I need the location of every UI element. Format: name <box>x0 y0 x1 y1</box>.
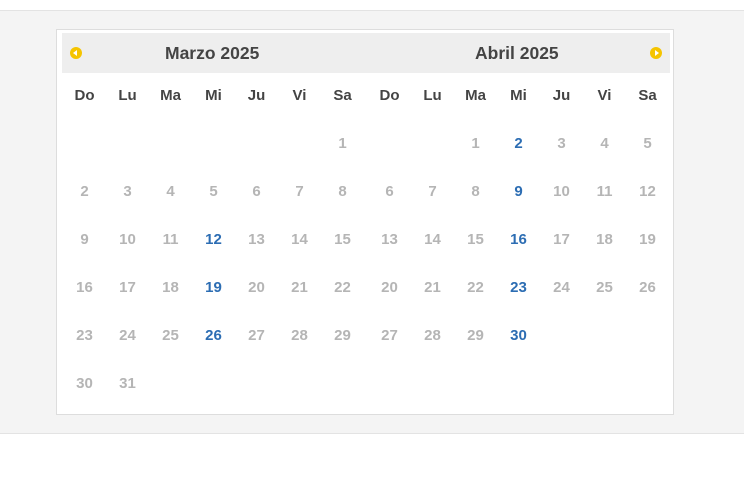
unavailable-day: 2 <box>80 183 89 200</box>
empty-day-cell <box>106 129 149 177</box>
unavailable-day: 5 <box>643 135 652 152</box>
unavailable-day: 22 <box>334 279 351 296</box>
available-day[interactable]: 23 <box>497 273 540 321</box>
unavailable-day: 31 <box>119 375 136 392</box>
unavailable-day: 28 <box>424 327 441 344</box>
unavailable-day: 20 <box>381 279 398 296</box>
available-day[interactable]: 9 <box>497 177 540 225</box>
unavailable-day: 21 <box>291 279 308 296</box>
weekday-label: Ju <box>552 87 571 104</box>
empty-day-cell <box>149 129 192 177</box>
unavailable-day: 23 <box>76 327 93 344</box>
unavailable-day: 7 <box>428 183 437 200</box>
unavailable-day: 29 <box>467 327 484 344</box>
unavailable-day: 10 <box>119 231 136 248</box>
empty-day-cell <box>63 129 106 177</box>
weekday-label: Vi <box>292 87 307 104</box>
unavailable-day: 18 <box>162 279 179 296</box>
unavailable-day: 1 <box>338 135 347 152</box>
weekday-label: Ma <box>465 87 486 104</box>
unavailable-day: 24 <box>553 279 570 296</box>
unavailable-day: 29 <box>334 327 351 344</box>
unavailable-day: 4 <box>166 183 175 200</box>
weekday-label: Ma <box>160 87 181 104</box>
next-month-icon[interactable] <box>650 47 662 59</box>
empty-day-cell <box>368 129 411 177</box>
weekday-label: Mi <box>205 87 222 104</box>
unavailable-day: 9 <box>80 231 89 248</box>
unavailable-day: 18 <box>596 231 613 248</box>
weekday-label: Sa <box>333 87 352 104</box>
available-day[interactable]: 12 <box>192 225 235 273</box>
month-title-april: Abril 2025 <box>475 43 559 63</box>
unavailable-day: 3 <box>557 135 566 152</box>
empty-day-cell <box>411 129 454 177</box>
unavailable-day: 8 <box>338 183 347 200</box>
weekday-label: Vi <box>597 87 612 104</box>
unavailable-day: 14 <box>424 231 441 248</box>
unavailable-day: 1 <box>471 135 480 152</box>
unavailable-day: 3 <box>123 183 132 200</box>
weekday-label: Do <box>379 87 400 104</box>
unavailable-day: 24 <box>119 327 136 344</box>
unavailable-day: 19 <box>639 231 656 248</box>
available-day[interactable]: 30 <box>497 321 540 369</box>
empty-day-cell <box>278 129 321 177</box>
weekday-header: Do Lu Ma Mi Ju Vi Sa <box>63 82 364 110</box>
weekday-label: Ju <box>247 87 266 104</box>
month-march: Do Lu Ma Mi Ju Vi Sa 1 2 3 4 5 6 7 8 9 10 11 12 13 14… <box>63 82 364 417</box>
datepicker: Marzo 2025 Abril 2025 Do Lu Ma Mi Ju Vi … <box>56 29 674 415</box>
unavailable-day: 13 <box>248 231 265 248</box>
unavailable-day: 17 <box>553 231 570 248</box>
unavailable-day: 20 <box>248 279 265 296</box>
datepicker-header: Marzo 2025 Abril 2025 <box>62 33 670 73</box>
empty-day-cell <box>235 129 278 177</box>
unavailable-day: 6 <box>252 183 261 200</box>
unavailable-day: 13 <box>381 231 398 248</box>
unavailable-day: 27 <box>381 327 398 344</box>
unavailable-day: 22 <box>467 279 484 296</box>
unavailable-day: 11 <box>162 231 179 248</box>
unavailable-day: 15 <box>467 231 484 248</box>
available-day[interactable]: 26 <box>192 321 235 369</box>
weekday-header: Do Lu Ma Mi Ju Vi Sa <box>368 82 669 110</box>
empty-day-cell <box>192 129 235 177</box>
prev-month-icon[interactable] <box>70 47 82 59</box>
weekday-label: Lu <box>423 87 442 104</box>
unavailable-day: 17 <box>119 279 136 296</box>
unavailable-day: 6 <box>385 183 394 200</box>
day-grid: 1 2 3 4 5 6 7 8 9 10 11 12 13 14 15 16 17 18 19 20 21 22 23 24 2… <box>368 129 669 369</box>
day-grid: 1 2 3 4 5 6 7 8 9 10 11 12 13 14 15 16 17 18 19 20 21 22 23 24 2… <box>63 129 364 417</box>
weekday-label: Do <box>74 87 95 104</box>
unavailable-day: 4 <box>600 135 609 152</box>
unavailable-day: 27 <box>248 327 265 344</box>
unavailable-day: 15 <box>334 231 351 248</box>
available-day[interactable]: 2 <box>497 129 540 177</box>
unavailable-day: 25 <box>596 279 613 296</box>
unavailable-day: 10 <box>553 183 570 200</box>
unavailable-day: 25 <box>162 327 179 344</box>
unavailable-day: 30 <box>76 375 93 392</box>
unavailable-day: 5 <box>209 183 218 200</box>
unavailable-day: 14 <box>291 231 308 248</box>
unavailable-day: 11 <box>596 183 613 200</box>
weekday-label: Sa <box>638 87 657 104</box>
unavailable-day: 26 <box>639 279 656 296</box>
unavailable-day: 12 <box>639 183 656 200</box>
unavailable-day: 21 <box>424 279 441 296</box>
weekday-label: Mi <box>510 87 527 104</box>
weekday-label: Lu <box>118 87 137 104</box>
unavailable-day: 8 <box>471 183 480 200</box>
month-april: Do Lu Ma Mi Ju Vi Sa 1 2 3 4 5 6 7 8 9 10 11 12 13 14… <box>368 82 669 369</box>
unavailable-day: 7 <box>295 183 304 200</box>
available-day[interactable]: 19 <box>192 273 235 321</box>
unavailable-day: 16 <box>76 279 93 296</box>
unavailable-day: 28 <box>291 327 308 344</box>
month-title-march: Marzo 2025 <box>165 43 260 63</box>
available-day[interactable]: 16 <box>497 225 540 273</box>
